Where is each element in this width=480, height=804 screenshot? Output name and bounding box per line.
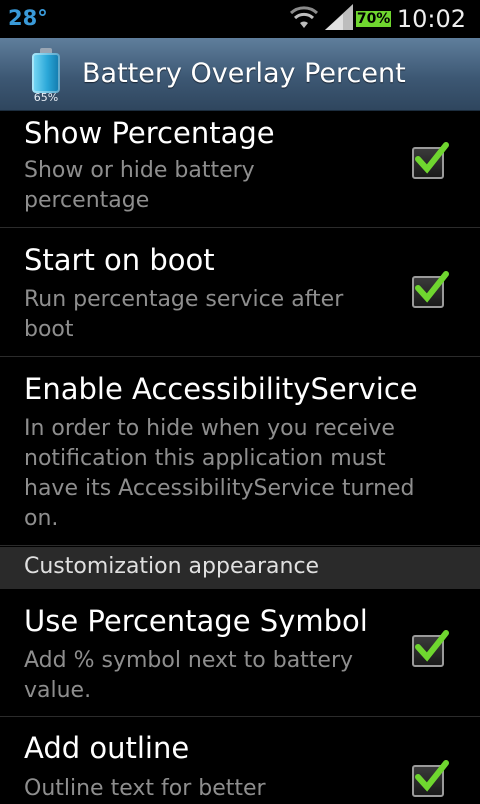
wifi-icon	[289, 4, 319, 34]
setting-use-percentage-symbol[interactable]: Use Percentage Symbol Add % symbol next …	[0, 589, 480, 717]
setting-show-percentage[interactable]: Show Percentage Show or hide battery per…	[0, 110, 480, 228]
app-icon-percent-label: 65%	[33, 91, 59, 104]
clock-text: 10:02	[396, 5, 466, 33]
status-bar: 28° 70% 10:02	[0, 0, 480, 38]
setting-start-on-boot[interactable]: Start on boot Run percentage service aft…	[0, 228, 480, 357]
battery-app-icon[interactable]: 65%	[26, 44, 66, 106]
checkbox-add-outline[interactable]	[412, 760, 449, 797]
checkmark-icon	[415, 760, 449, 792]
setting-title: Start on boot	[24, 243, 215, 277]
temperature-text: 28°	[8, 6, 48, 30]
setting-summary: Add % symbol next to battery value.	[24, 648, 354, 703]
checkbox-start-on-boot[interactable]	[412, 271, 449, 308]
checkmark-icon	[415, 271, 449, 303]
battery-percent-text: 70%	[355, 11, 392, 27]
setting-enable-accessibility[interactable]: Enable AccessibilityService In order to …	[0, 357, 480, 546]
setting-title: Use Percentage Symbol	[24, 604, 368, 638]
setting-title: Show Percentage	[24, 116, 275, 150]
setting-title: Enable AccessibilityService	[24, 372, 418, 406]
battery-icon: 70%	[355, 7, 392, 31]
checkbox-use-percentage-symbol[interactable]	[412, 630, 449, 667]
page-title: Battery Overlay Percent	[82, 58, 406, 89]
signal-icon	[324, 4, 353, 34]
setting-add-outline[interactable]: Add outline Outline text for better	[0, 717, 480, 801]
section-header: Customization appearance	[0, 547, 480, 589]
section-label: Customization appearance	[24, 554, 320, 579]
checkbox-show-percentage[interactable]	[412, 142, 449, 179]
checkmark-icon	[415, 142, 449, 174]
setting-summary: Run percentage service after boot	[24, 287, 344, 342]
setting-summary: Show or hide battery percentage	[24, 158, 255, 213]
setting-title: Add outline	[24, 731, 190, 765]
checkmark-icon	[415, 630, 449, 662]
setting-summary: In order to hide when you receive notifi…	[24, 416, 415, 531]
status-icons: 70% 10:02	[289, 4, 466, 34]
